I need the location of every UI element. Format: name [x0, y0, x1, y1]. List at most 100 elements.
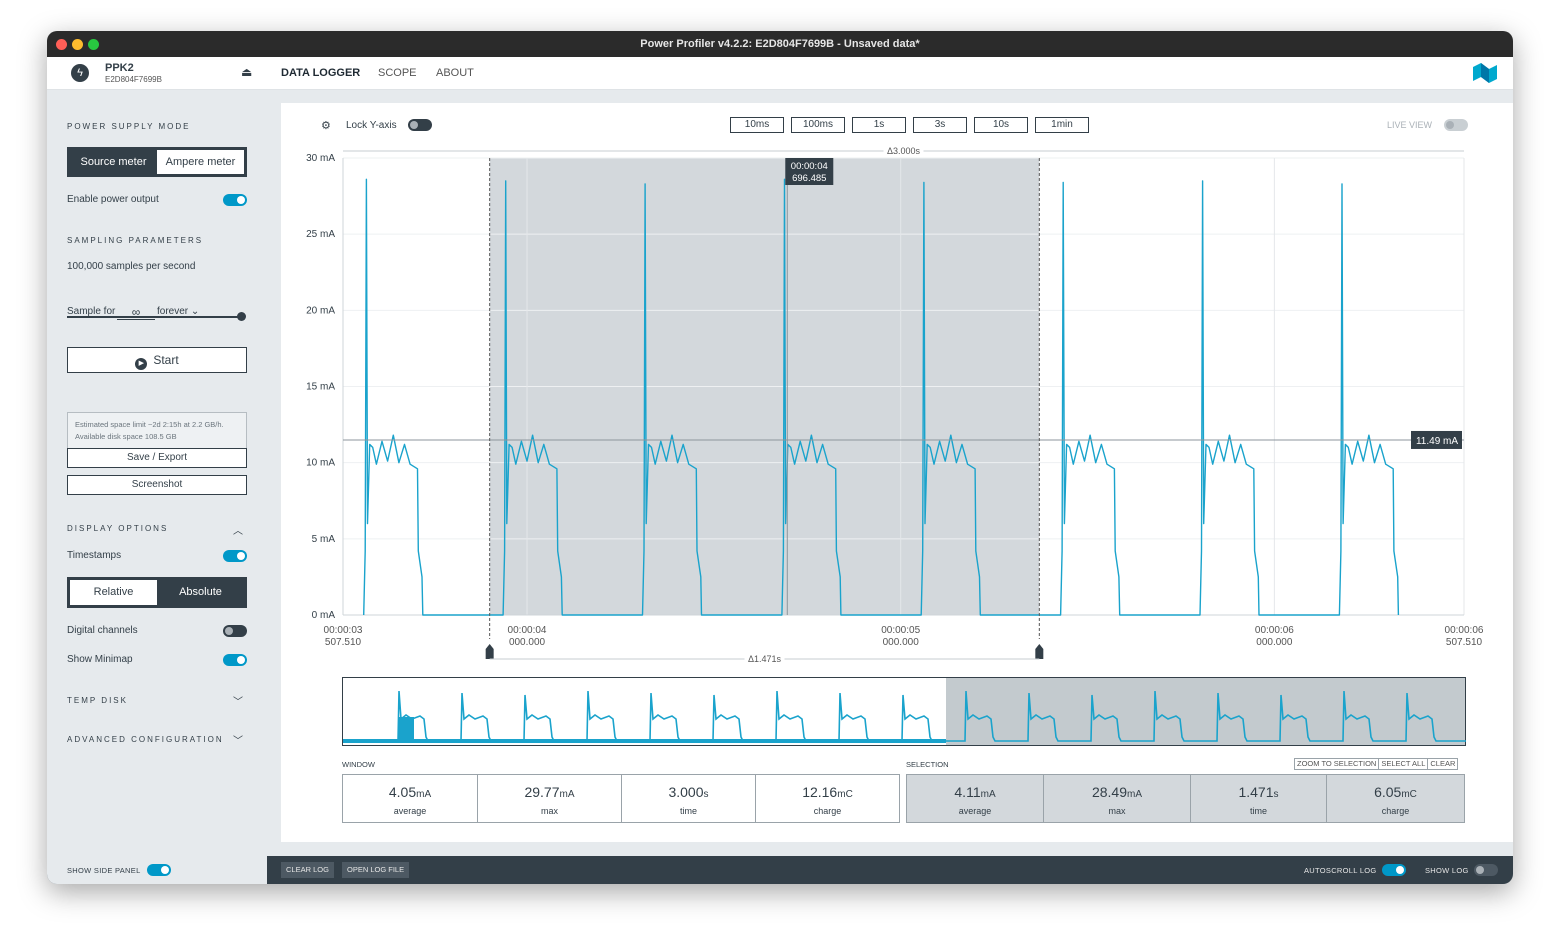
- tab-scope[interactable]: SCOPE: [378, 67, 417, 79]
- timestamps-toggle[interactable]: [223, 550, 247, 562]
- minimap[interactable]: [342, 677, 1466, 746]
- lightning-icon: ϟ: [71, 64, 89, 82]
- side-panel: POWER SUPPLY MODE Source meter Ampere me…: [47, 90, 267, 856]
- open-log-file-button[interactable]: OPEN LOG FILE: [342, 862, 410, 878]
- range-3s-button[interactable]: 3s: [913, 117, 967, 133]
- stat-unit: mA: [559, 789, 575, 800]
- lock-y-axis-toggle[interactable]: [408, 119, 432, 131]
- sampling-parameters-heading: SAMPLING PARAMETERS: [67, 236, 204, 245]
- x-tick-label: 000.000: [883, 637, 920, 648]
- zoom-to-selection-button[interactable]: ZOOM TO SELECTION: [1295, 759, 1378, 769]
- show-minimap-toggle[interactable]: [223, 654, 247, 666]
- selection-max-stat: 28.49mA max: [1044, 775, 1191, 823]
- app-window: Power Profiler v4.2.2: E2D804F7699B - Un…: [47, 31, 1513, 884]
- chevron-down-icon[interactable]: ﹀: [233, 693, 243, 708]
- ampere-meter-option[interactable]: Ampere meter: [157, 150, 244, 174]
- sample-rate-label: 100,000 samples per second: [67, 261, 196, 272]
- sample-unit-value: forever: [157, 306, 189, 317]
- stat-value: 29.77: [524, 784, 560, 800]
- clear-selection-button[interactable]: CLEAR: [1427, 759, 1457, 769]
- chevron-up-icon[interactable]: ︿: [233, 522, 243, 537]
- range-100ms-button[interactable]: 100ms: [791, 117, 845, 133]
- sample-rate-slider-handle[interactable]: [237, 312, 246, 321]
- timestamps-label: Timestamps: [67, 550, 122, 561]
- x-tick-label: 00:00:03: [324, 625, 363, 636]
- live-view-toggle[interactable]: [1444, 119, 1468, 131]
- source-meter-option[interactable]: Source meter: [70, 150, 157, 174]
- title-bar: Power Profiler v4.2.2: E2D804F7699B - Un…: [47, 31, 1513, 57]
- device-serial[interactable]: E2D804F7699B: [105, 75, 162, 84]
- clear-log-button[interactable]: CLEAR LOG: [281, 862, 334, 878]
- minimap-viewport[interactable]: [946, 678, 1465, 745]
- save-export-button[interactable]: Save / Export: [67, 448, 247, 468]
- chevron-down-icon[interactable]: ﹀: [233, 732, 243, 747]
- power-mode-switch: Source meter Ampere meter: [67, 147, 247, 177]
- stat-unit: mA: [416, 789, 432, 800]
- display-options-heading: DISPLAY OPTIONS: [67, 524, 169, 533]
- window-delta-label: Δ3.000s: [887, 146, 921, 156]
- sample-duration-input[interactable]: ∞: [117, 305, 155, 320]
- advanced-configuration-heading[interactable]: ADVANCED CONFIGURATION: [67, 735, 224, 744]
- window-stats: 4.05mA average 29.77mA max 3.000s time 1…: [342, 774, 900, 823]
- stat-label: charge: [1381, 806, 1410, 816]
- stat-value: 4.05: [388, 784, 417, 800]
- stat-label: average: [393, 806, 427, 816]
- selection-time-stat: 1.471s time: [1191, 775, 1327, 823]
- lock-y-axis-label: Lock Y-axis: [346, 120, 397, 131]
- tab-about[interactable]: ABOUT: [436, 67, 474, 79]
- stat-value: 28.49: [1091, 784, 1128, 800]
- tab-data-logger[interactable]: DATA LOGGER: [281, 67, 360, 79]
- range-1min-button[interactable]: 1min: [1035, 117, 1089, 133]
- close-window-button[interactable]: [56, 39, 67, 50]
- screenshot-button[interactable]: Screenshot: [67, 475, 247, 495]
- digital-channels-toggle[interactable]: [223, 625, 247, 637]
- selection-actions: ZOOM TO SELECTION SELECT ALL CLEAR: [1294, 758, 1459, 770]
- start-button[interactable]: ▶ Start: [67, 347, 247, 373]
- show-side-panel-toggle[interactable]: [147, 864, 171, 876]
- x-tick-label: 00:00:06: [1255, 625, 1294, 636]
- window-max-stat: 29.77mA max: [478, 775, 622, 823]
- temp-disk-heading[interactable]: TEMP DISK: [67, 696, 128, 705]
- selection-handle-icon[interactable]: [1035, 644, 1044, 659]
- range-1s-button[interactable]: 1s: [852, 117, 906, 133]
- eject-icon[interactable]: ⏏: [241, 65, 252, 79]
- nordic-logo-icon: [1473, 63, 1497, 83]
- range-10ms-button[interactable]: 10ms: [730, 117, 784, 133]
- y-tick-label: 25 mA: [306, 229, 335, 240]
- minimap-burst: [398, 717, 414, 739]
- window-stats-label: WINDOW: [342, 760, 375, 769]
- current-chart[interactable]: 30 mA 25 mA 20 mA 15 mA 10 mA 5 mA 0 mA 00:00:0…: [287, 136, 1497, 671]
- x-tick-label: 00:00:05: [881, 625, 920, 636]
- selection-stats: 4.11mA average 28.49mA max 1.471s time 6…: [906, 774, 1465, 823]
- start-label: Start: [153, 353, 179, 367]
- zoom-window-button[interactable]: [88, 39, 99, 50]
- selection-handle-icon[interactable]: [485, 644, 494, 659]
- enable-power-output-toggle[interactable]: [223, 194, 247, 206]
- gear-icon[interactable]: ⚙: [321, 119, 331, 132]
- window-time-stat: 3.000s time: [622, 775, 756, 823]
- stat-value: 6.05: [1374, 784, 1402, 800]
- sample-unit-select[interactable]: forever ⌄: [157, 306, 199, 317]
- x-tick-label: 507.510: [325, 637, 362, 648]
- enable-power-output-label: Enable power output: [67, 194, 159, 205]
- selection-stats-label: SELECTION: [906, 760, 949, 769]
- x-tick-label: 507.510: [1446, 637, 1483, 648]
- timestamp-format-switch: Relative Absolute: [67, 577, 247, 608]
- autoscroll-log-toggle[interactable]: [1382, 864, 1406, 876]
- y-tick-label: 0 mA: [312, 610, 336, 621]
- stat-unit: mC: [837, 789, 853, 800]
- window-title: Power Profiler v4.2.2: E2D804F7699B - Un…: [640, 38, 920, 50]
- device-name[interactable]: PPK2: [105, 62, 134, 74]
- x-tick-label: 000.000: [509, 637, 546, 648]
- stat-label: time: [679, 806, 697, 816]
- select-all-button[interactable]: SELECT ALL: [1378, 759, 1427, 769]
- show-log-toggle[interactable]: [1474, 864, 1498, 876]
- stat-label: time: [1249, 806, 1267, 816]
- absolute-option[interactable]: Absolute: [157, 580, 244, 605]
- side-panel-footer: SHOW SIDE PANEL: [47, 856, 267, 884]
- app-header: ϟ PPK2 E2D804F7699B ⏏ DATA LOGGER SCOPE …: [47, 57, 1513, 90]
- range-10s-button[interactable]: 10s: [974, 117, 1028, 133]
- stat-unit: mA: [1127, 789, 1143, 800]
- minimize-window-button[interactable]: [72, 39, 83, 50]
- relative-option[interactable]: Relative: [70, 580, 157, 605]
